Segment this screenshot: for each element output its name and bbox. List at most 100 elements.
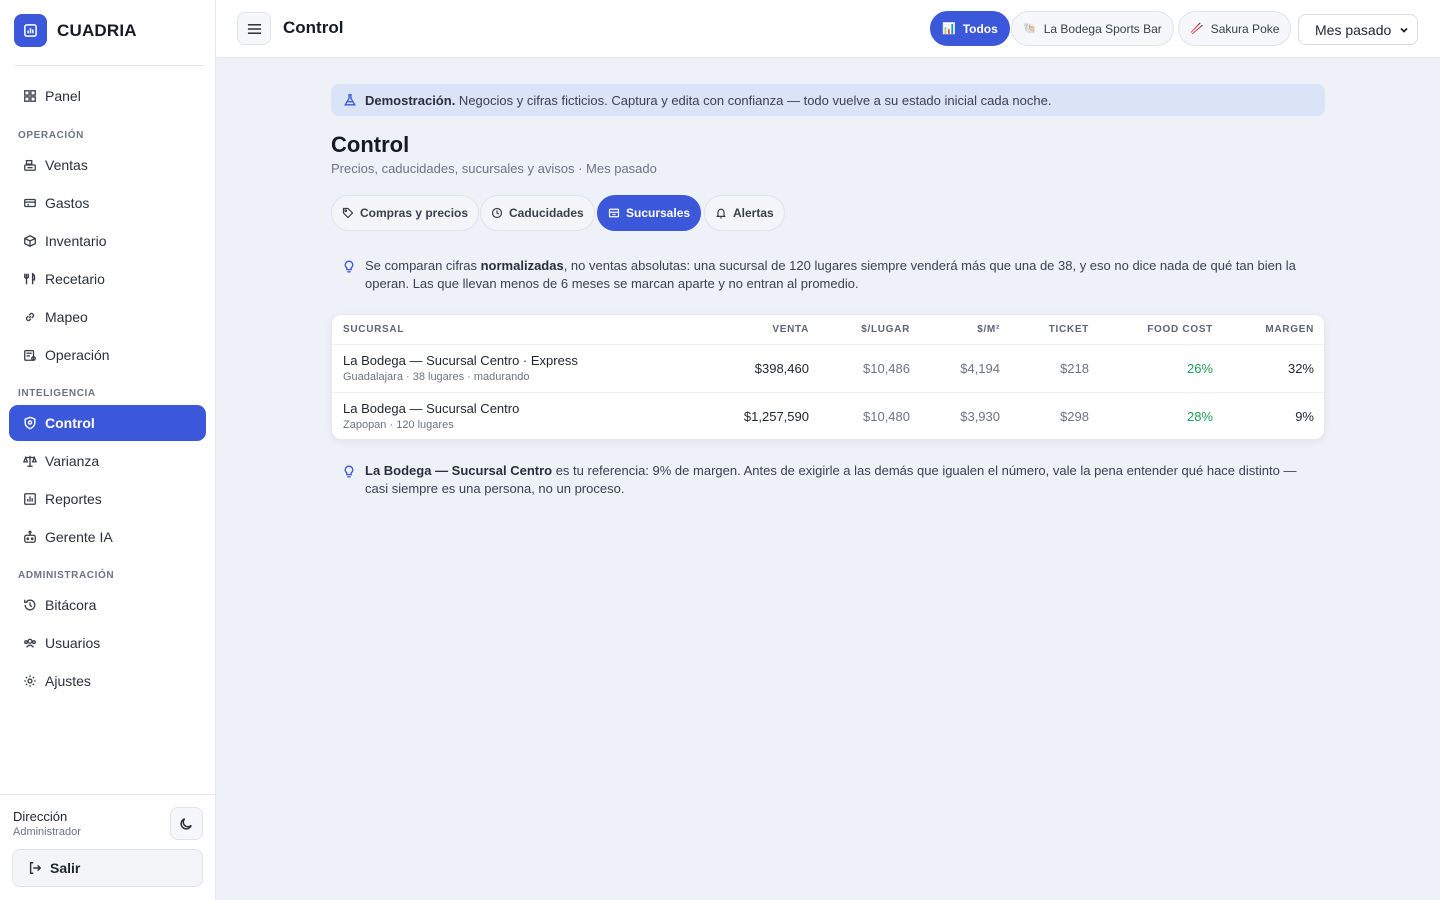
sidebar: CUADRIA Panel OPERACIÓN Ventas Gastos In…	[0, 0, 216, 900]
cell-margen: 32%	[1287, 361, 1314, 376]
shell-icon: 🐚	[1023, 23, 1037, 35]
branch-meta: Zapopan · 120 lugares	[343, 419, 454, 431]
page-title-topbar: Control	[283, 18, 344, 37]
cell-venta: $1,257,590	[743, 409, 809, 424]
tab-label: Sucursales	[626, 206, 691, 220]
column-header-venta: VENTA	[772, 324, 809, 335]
cell-ticket: $298	[1060, 409, 1089, 424]
filter-label: Sakura Poke	[1210, 21, 1280, 36]
sidebar-item-inventario[interactable]: Inventario	[9, 223, 206, 259]
sidebar-item-ventas[interactable]: Ventas	[9, 147, 206, 183]
user-name: Dirección	[13, 809, 68, 824]
menu-button[interactable]	[237, 12, 271, 45]
utensils-icon	[22, 272, 37, 287]
demo-banner: Demostración. Negocios y cifras ficticio…	[331, 84, 1325, 116]
sidebar-item-label: Inventario	[45, 233, 107, 249]
cell-food-cost: 28%	[1186, 409, 1213, 424]
divider	[0, 794, 215, 795]
logout-label: Salir	[50, 860, 81, 876]
box-icon	[22, 234, 37, 249]
tab-compras-precios[interactable]: Compras y precios	[331, 195, 480, 231]
section-title-inteligencia: INTELIGENCIA	[18, 388, 96, 399]
section-title-operacion: OPERACIÓN	[18, 130, 84, 141]
gear-icon	[22, 674, 37, 689]
page-subtitle: Precios, caducidades, sucursales y aviso…	[331, 161, 657, 176]
filter-la-bodega[interactable]: 🐚 La Bodega Sports Bar	[1011, 11, 1174, 46]
topbar: Control 📊 Todos 🐚 La Bodega Sports Bar 🥢…	[216, 0, 1440, 58]
tab-label: Compras y precios	[360, 206, 469, 220]
sidebar-item-mapeo[interactable]: Mapeo	[9, 299, 206, 335]
period-select[interactable]: Mes pasado	[1298, 14, 1418, 45]
tab-sucursales[interactable]: Sucursales	[597, 195, 702, 231]
period-value: Mes pasado	[1315, 21, 1392, 38]
page-title: Control	[331, 132, 410, 157]
chart-icon	[22, 492, 37, 507]
moon-icon	[179, 816, 194, 831]
sidebar-item-label: Usuarios	[45, 635, 101, 651]
logout-button[interactable]: Salir	[12, 849, 203, 887]
sidebar-item-ajustes[interactable]: Ajustes	[9, 663, 206, 699]
divider	[332, 392, 1324, 393]
sidebar-item-control[interactable]: Control	[9, 405, 206, 441]
sidebar-item-recetario[interactable]: Recetario	[9, 261, 206, 297]
sidebar-item-label: Gerente IA	[45, 529, 113, 545]
sidebar-item-label: Gastos	[45, 195, 90, 211]
sidebar-item-label: Reportes	[45, 491, 102, 507]
store-icon	[608, 207, 620, 219]
branch-name: La Bodega — Sucursal Centro	[343, 401, 520, 416]
info-note-reference: La Bodega — Sucursal Centro es tu refere…	[343, 462, 1318, 498]
flask-icon	[343, 93, 357, 107]
user-role: Administrador	[13, 826, 81, 838]
sidebar-item-operacion[interactable]: Operación	[9, 337, 206, 373]
lightbulb-icon	[343, 257, 356, 293]
branches-table: SUCURSAL VENTA $/LUGAR $/M² TICKET FOOD …	[331, 314, 1325, 440]
tab-label: Alertas	[733, 206, 774, 220]
bell-icon	[715, 207, 727, 219]
branch-name: La Bodega — Sucursal Centro · Express	[343, 353, 578, 368]
tab-alertas[interactable]: Alertas	[704, 195, 785, 231]
cash-register-icon	[22, 158, 37, 173]
cell-food-cost: 26%	[1186, 361, 1213, 376]
filter-sakura-poke[interactable]: 🥢 Sakura Poke	[1178, 11, 1292, 46]
sidebar-item-label: Recetario	[45, 271, 105, 287]
sidebar-item-label: Ajustes	[45, 673, 91, 689]
logout-icon	[28, 861, 42, 875]
theme-toggle-button[interactable]	[170, 807, 203, 840]
banner-text: Demostración. Negocios y cifras ficticio…	[365, 92, 1052, 108]
info-note-normalized: Se comparan cifras normalizadas, no vent…	[343, 257, 1318, 293]
tag-icon	[342, 207, 354, 219]
hamburger-icon	[247, 23, 262, 35]
filter-todos[interactable]: 📊 Todos	[930, 11, 1010, 46]
filter-label: La Bodega Sports Bar	[1043, 21, 1162, 36]
sidebar-item-varianza[interactable]: Varianza	[9, 443, 206, 479]
sidebar-item-label: Operación	[45, 347, 110, 363]
brand-name: CUADRIA	[57, 20, 137, 40]
chevron-down-icon	[1399, 25, 1409, 35]
info-note-text: La Bodega — Sucursal Centro es tu refere…	[365, 463, 1297, 496]
clock-icon	[491, 207, 503, 219]
chopsticks-icon: 🥢	[1190, 23, 1204, 35]
users-icon	[22, 636, 37, 651]
cell-margen: 9%	[1295, 409, 1314, 424]
card-icon	[22, 196, 37, 211]
branch-meta: Guadalajara · 38 lugares · madurando	[343, 371, 530, 383]
main-content: Demostración. Negocios y cifras ficticio…	[216, 58, 1440, 900]
filter-label: Todos	[962, 21, 998, 36]
sidebar-item-panel[interactable]: Panel	[9, 78, 206, 114]
sidebar-item-label: Ventas	[45, 157, 88, 173]
brand[interactable]: CUADRIA	[14, 14, 137, 47]
shield-icon	[22, 416, 37, 431]
robot-icon	[22, 530, 37, 545]
lightbulb-icon	[343, 462, 356, 498]
sidebar-item-gerente-ia[interactable]: Gerente IA	[9, 519, 206, 555]
sidebar-item-bitacora[interactable]: Bitácora	[9, 587, 206, 623]
tab-label: Caducidades	[509, 206, 584, 220]
column-header-margen: MARGEN	[1265, 324, 1314, 335]
sidebar-item-gastos[interactable]: Gastos	[9, 185, 206, 221]
brand-logo-icon	[14, 14, 47, 47]
column-header-sucursal: SUCURSAL	[343, 324, 405, 335]
tab-caducidades[interactable]: Caducidades	[480, 195, 595, 231]
sidebar-item-reportes[interactable]: Reportes	[9, 481, 206, 517]
sidebar-item-usuarios[interactable]: Usuarios	[9, 625, 206, 661]
clipboard-gear-icon	[22, 348, 37, 363]
